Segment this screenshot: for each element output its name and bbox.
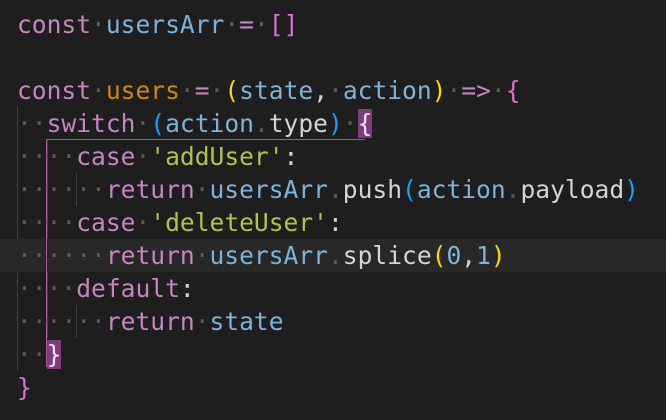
code-token: => — [461, 76, 491, 105]
code-token: case — [76, 142, 136, 171]
code-token: · — [179, 76, 195, 105]
code-token: = — [239, 10, 254, 39]
code-token: default — [76, 274, 180, 303]
code-token: · — [135, 109, 151, 138]
code-token: . — [253, 109, 269, 138]
code-line[interactable]: ····case·'deleteUser': — [0, 206, 666, 239]
code-token: · — [194, 241, 210, 270]
code-token: . — [327, 241, 343, 270]
code-line[interactable]: } — [0, 371, 666, 404]
code-line[interactable]: ··switch·(action.type)·{ — [0, 107, 666, 140]
code-token: ) — [490, 241, 506, 270]
code-token: ······ — [17, 175, 106, 204]
code-token: users — [105, 76, 180, 105]
code-token: = — [194, 76, 210, 105]
code-line[interactable]: ······return·usersArr.push(action.payloa… — [0, 173, 666, 206]
code-token: . — [505, 175, 521, 204]
code-token: action — [342, 76, 432, 105]
code-token: usersArr — [209, 241, 328, 270]
code-token: payload — [520, 175, 625, 204]
code-token: : — [179, 274, 195, 303]
code-token: ·· — [17, 109, 47, 138]
code-token: · — [91, 76, 106, 105]
code-line[interactable]: ······return·state — [0, 305, 666, 338]
code-token: return — [105, 175, 195, 204]
code-token: ( — [224, 76, 240, 105]
code-token: usersArr — [105, 10, 225, 39]
code-token: [] — [268, 10, 299, 39]
code-token: · — [91, 10, 106, 39]
code-token: ·· — [17, 340, 47, 369]
code-line[interactable]: ····case·'addUser': — [0, 140, 666, 173]
code-token: action — [165, 109, 254, 138]
code-token: 'deleteUser' — [150, 208, 328, 237]
code-token: ···· — [17, 208, 77, 237]
code-token: 'addUser' — [150, 142, 284, 171]
code-line[interactable]: const·usersArr·=·[] — [0, 8, 666, 41]
code-token: ) — [327, 109, 343, 138]
code-token: case — [76, 208, 136, 237]
code-token: const — [17, 10, 92, 39]
code-token: } — [46, 340, 62, 369]
code-line[interactable] — [0, 41, 666, 74]
code-token: const — [17, 76, 92, 105]
code-token: · — [194, 175, 210, 204]
code-token: splice — [342, 241, 432, 270]
code-token: { — [505, 76, 521, 105]
code-token: { — [357, 109, 373, 138]
code-token: · — [135, 208, 151, 237]
code-token: · — [194, 307, 210, 336]
code-token: ···· — [17, 274, 77, 303]
code-token: · — [209, 76, 225, 105]
code-editor[interactable]: const·usersArr·=·[] const·users·=·(state,… — [0, 0, 666, 420]
code-token: ······ — [17, 307, 106, 336]
code-token: return — [105, 307, 195, 336]
code-line-current[interactable]: ······return·usersArr.splice(0,1) — [0, 239, 666, 272]
code-token: · — [446, 76, 462, 105]
code-token: ) — [431, 76, 447, 105]
code-token: 0 — [446, 241, 462, 270]
code-token: : — [327, 208, 343, 237]
code-token: · — [342, 109, 358, 138]
code-token: return — [105, 241, 195, 270]
code-token: , — [313, 76, 329, 105]
code-token: push — [342, 175, 403, 204]
code-token: · — [328, 76, 343, 105]
code-token: · — [490, 76, 506, 105]
code-token: . — [327, 175, 343, 204]
code-line[interactable]: const·users·=·(state,·action)·=>·{ — [0, 74, 666, 107]
code-token: , — [461, 241, 477, 270]
code-token: · — [224, 10, 240, 39]
code-token: · — [253, 10, 269, 39]
code-token: } — [17, 373, 32, 402]
code-token: ···· — [17, 142, 77, 171]
code-token: ) — [624, 175, 639, 204]
code-token: : — [283, 142, 299, 171]
code-token: · — [135, 142, 151, 171]
code-token: ( — [402, 175, 417, 204]
code-token: ······ — [17, 241, 106, 270]
code-token: state — [209, 307, 284, 336]
code-token: ( — [431, 241, 447, 270]
code-token: ( — [150, 109, 166, 138]
code-token: 1 — [476, 241, 491, 270]
code-token: action — [416, 175, 506, 204]
code-token: state — [239, 76, 314, 105]
code-line[interactable]: ····default: — [0, 272, 666, 305]
code-token: usersArr — [209, 175, 328, 204]
code-line[interactable]: ··} — [0, 338, 666, 371]
code-token: type — [268, 109, 328, 138]
code-token: switch — [46, 109, 136, 138]
